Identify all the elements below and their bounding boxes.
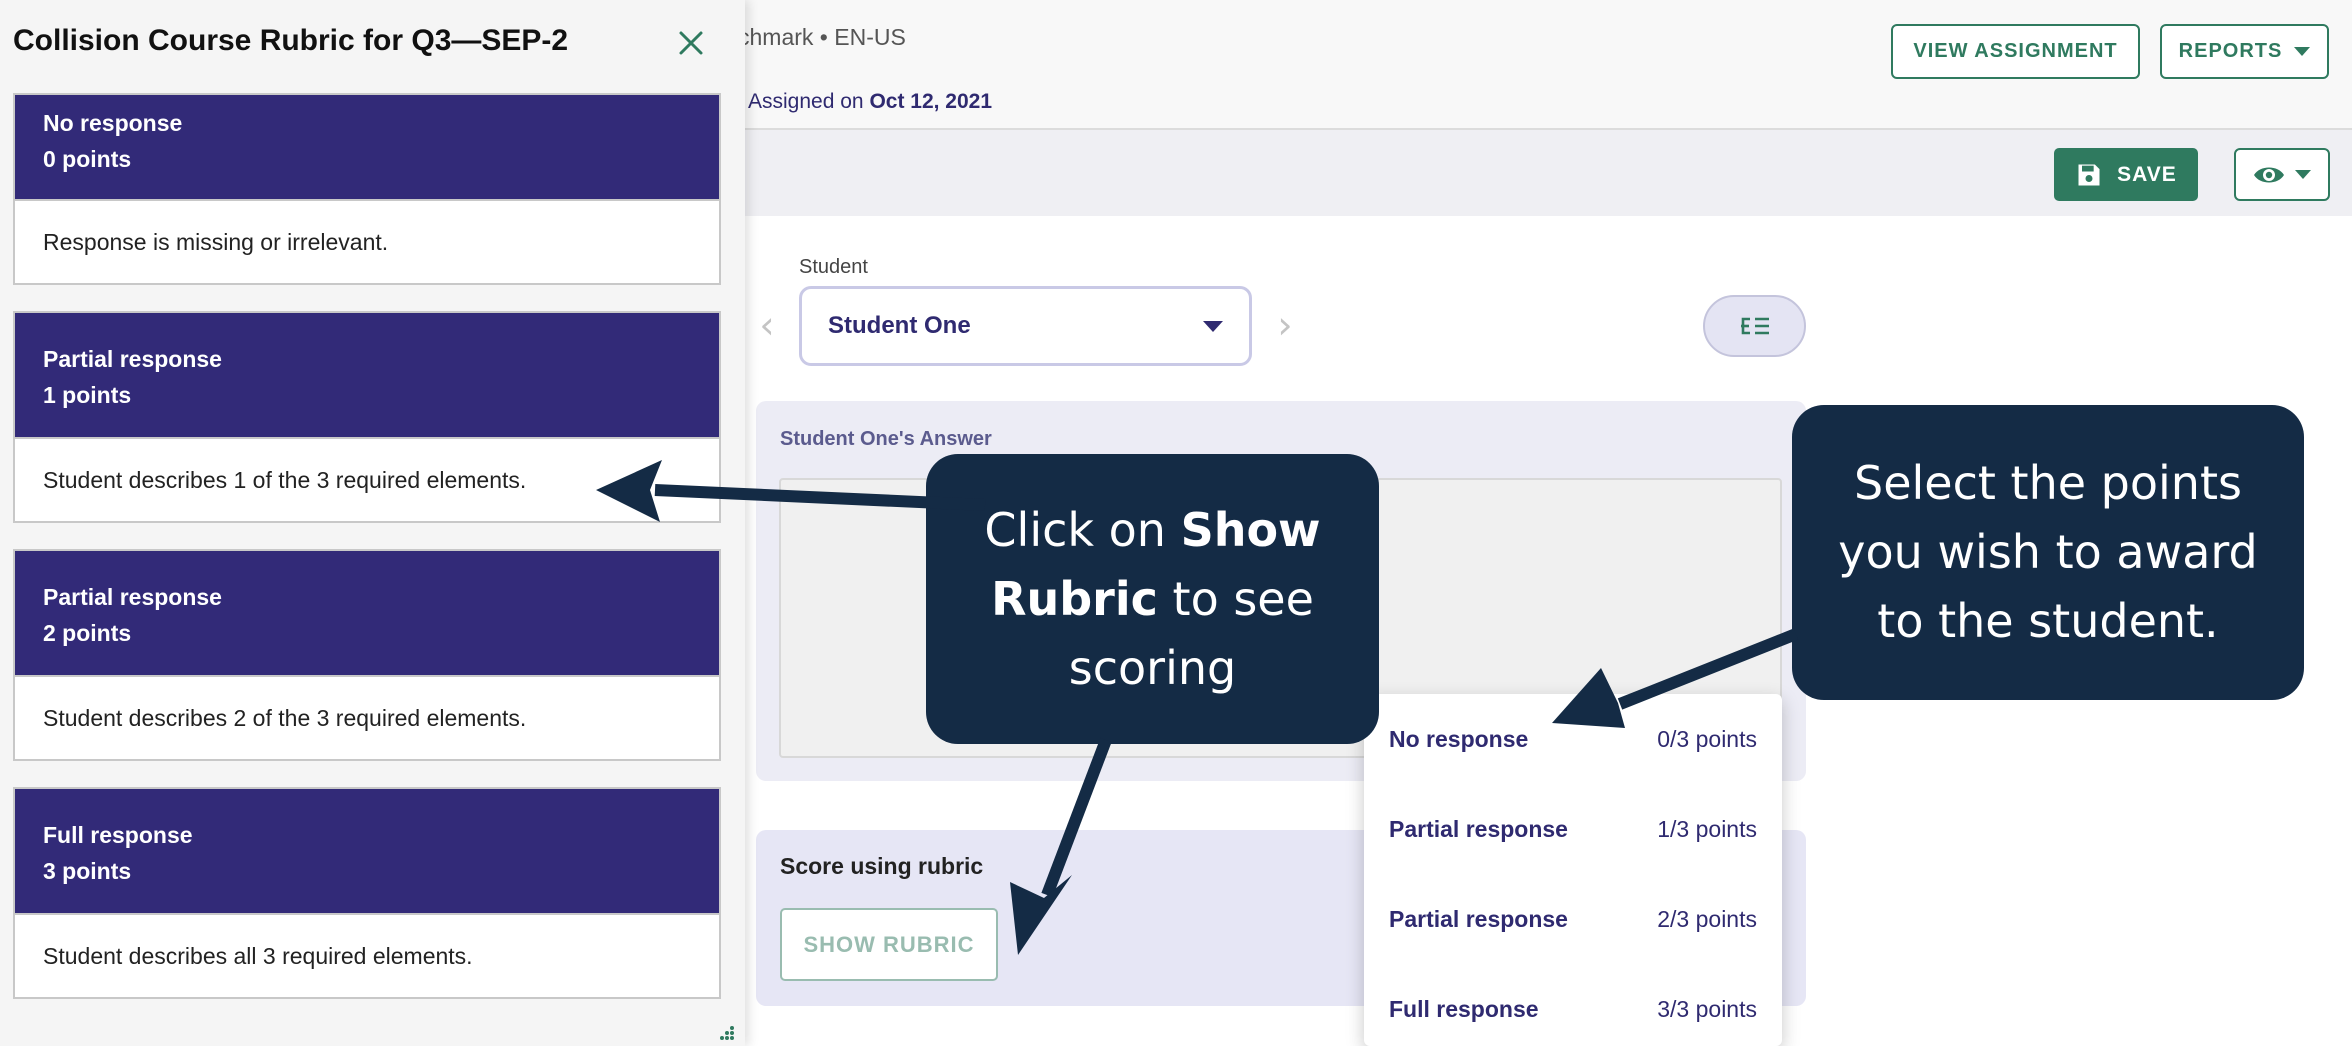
- next-student-icon[interactable]: ›: [1270, 303, 1300, 347]
- locale-label: EN-US: [834, 24, 906, 50]
- points-option-0[interactable]: No response 0/3 points: [1364, 694, 1782, 784]
- student-field-label: Student: [799, 256, 868, 278]
- points-option-name: No response: [1389, 725, 1529, 752]
- rubric-card-header: Partial response 2 points: [15, 551, 719, 675]
- rubric-card-description: Student describes 2 of the 3 required el…: [15, 675, 719, 759]
- points-menu: No response 0/3 points Partial response …: [1364, 694, 1782, 1046]
- reports-label: REPORTS: [2178, 40, 2283, 62]
- score-using-rubric-label: Score using rubric: [780, 853, 984, 879]
- show-rubric-label: SHOW RUBRIC: [803, 931, 975, 957]
- save-label: SAVE: [2117, 162, 2177, 186]
- save-button[interactable]: SAVE: [2054, 148, 2198, 201]
- rubric-level-points: 3 points: [43, 858, 132, 884]
- rubric-card: Full response 3 points Student describes…: [13, 787, 721, 999]
- rubric-card-header: No response 0 points: [15, 95, 719, 199]
- close-icon[interactable]: [674, 26, 708, 60]
- points-option-value: 3/3 points: [1657, 995, 1757, 1022]
- rubric-card-description: Student describes all 3 required element…: [15, 913, 719, 997]
- reports-button[interactable]: REPORTS: [2160, 24, 2329, 79]
- rubric-card-description: Response is missing or irrelevant.: [15, 199, 719, 283]
- breadcrumb: chmark • EN-US: [738, 24, 906, 51]
- rubric-level-points: 1 points: [43, 382, 132, 408]
- view-options-button[interactable]: [2234, 148, 2330, 201]
- rubric-card-header: Partial response 1 points: [15, 313, 719, 437]
- assigned-info: Assigned on Oct 12, 2021: [748, 90, 992, 114]
- toggle-list-button[interactable]: [1703, 295, 1806, 357]
- points-option-value: 0/3 points: [1657, 725, 1757, 752]
- rubric-level-name: No response: [43, 110, 183, 136]
- rubric-card: Partial response 2 points Student descri…: [13, 549, 721, 761]
- breadcrumb-assessment[interactable]: chmark: [738, 24, 813, 50]
- answer-label: Student One's Answer: [780, 428, 992, 450]
- rubric-level-name: Partial response: [43, 346, 222, 372]
- rubric-level-name: Full response: [43, 822, 193, 848]
- points-option-name: Full response: [1389, 995, 1539, 1022]
- points-option-3[interactable]: Full response 3/3 points: [1364, 964, 1782, 1046]
- points-option-2[interactable]: Partial response 2/3 points: [1364, 874, 1782, 964]
- callout-text-pre: Click on: [984, 502, 1181, 557]
- show-rubric-button[interactable]: SHOW RUBRIC: [780, 908, 998, 981]
- rubric-level-points: 2 points: [43, 620, 132, 646]
- view-assignment-label: VIEW ASSIGNMENT: [1913, 40, 2118, 62]
- rubric-level-name: Partial response: [43, 584, 222, 610]
- callout-text: Click on Show Rubric to see scoring: [946, 496, 1359, 703]
- previous-student-icon[interactable]: ‹: [752, 303, 782, 347]
- points-option-value: 2/3 points: [1657, 905, 1757, 932]
- points-option-1[interactable]: Partial response 1/3 points: [1364, 784, 1782, 874]
- dropdown-arrow-icon: [1203, 320, 1223, 332]
- list-toggle-icon: [1740, 317, 1769, 335]
- student-select-value: Student One: [828, 312, 971, 339]
- student-select[interactable]: Student One: [799, 286, 1252, 366]
- view-assignment-button[interactable]: VIEW ASSIGNMENT: [1891, 24, 2140, 79]
- rubric-level-points: 0 points: [43, 146, 132, 172]
- points-option-name: Partial response: [1389, 815, 1568, 842]
- show-rubric-callout: Click on Show Rubric to see scoring: [926, 454, 1379, 744]
- rubric-card-description: Student describes 1 of the 3 required el…: [15, 437, 719, 521]
- rubric-card-header: Full response 3 points: [15, 789, 719, 913]
- chevron-down-icon: [2294, 47, 2311, 56]
- rubric-card: Partial response 1 points Student descri…: [13, 311, 721, 523]
- callout-text: Select the points you wish to award to t…: [1838, 456, 2258, 648]
- drawer-header: Collision Course Rubric for Q3—SEP-2: [0, 0, 745, 86]
- drawer-title: Collision Course Rubric for Q3—SEP-2: [13, 24, 569, 57]
- select-points-callout: Select the points you wish to award to t…: [1792, 405, 2304, 700]
- rubric-card: No response 0 points Response is missing…: [13, 93, 721, 285]
- assigned-date: Oct 12, 2021: [869, 90, 993, 113]
- breadcrumb-separator: •: [819, 24, 835, 50]
- floppy-disk-icon: [2078, 164, 2100, 185]
- rubric-drawer: No response 0 points Response is missing…: [0, 0, 745, 1046]
- chevron-down-icon: [2295, 170, 2311, 179]
- assigned-prefix: Assigned on: [748, 90, 864, 113]
- eye-icon: [2254, 167, 2284, 182]
- points-option-value: 1/3 points: [1657, 815, 1757, 842]
- points-option-name: Partial response: [1389, 905, 1568, 932]
- resize-grip-icon[interactable]: [718, 1024, 736, 1042]
